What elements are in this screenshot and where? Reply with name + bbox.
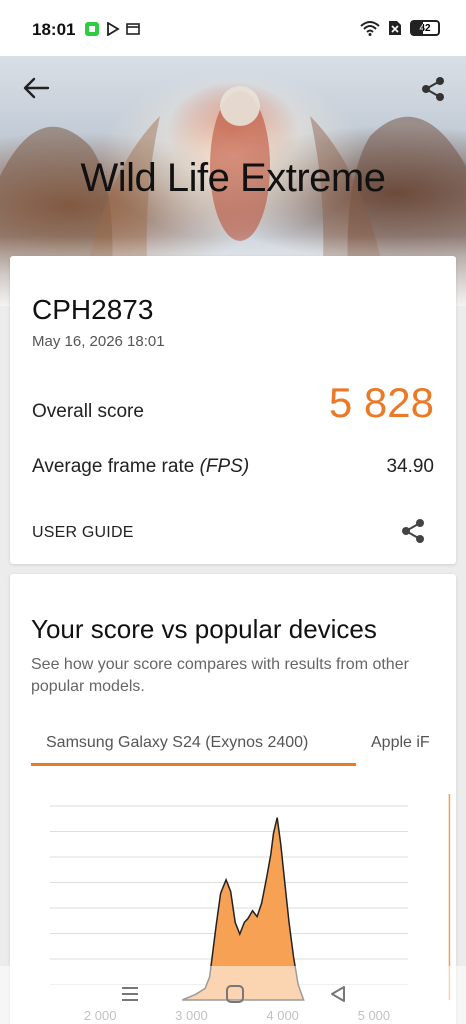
play-store-icon xyxy=(107,22,120,36)
wifi-icon xyxy=(360,21,380,36)
share-icon[interactable] xyxy=(400,518,426,544)
status-bar: 18:01 42 xyxy=(0,0,466,56)
overall-score-label: Overall score xyxy=(32,401,144,422)
navigation-bar xyxy=(0,966,466,1024)
fps-value: 34.90 xyxy=(386,456,434,477)
sim-x-icon xyxy=(389,21,401,35)
back-triangle-icon[interactable] xyxy=(328,984,348,1004)
fps-label: Average frame rate (FPS) xyxy=(32,456,249,478)
result-card: CPH2873 May 16, 2026 18:01 Overall score… xyxy=(10,256,456,564)
battery-icon: 42 xyxy=(410,20,440,36)
overall-score-value: 5 828 xyxy=(328,379,434,426)
comparison-title: Your score vs popular devices xyxy=(31,614,377,644)
tab-underline xyxy=(31,763,356,766)
device-name: CPH2873 xyxy=(32,294,154,325)
status-time: 18:01 xyxy=(32,20,76,39)
menu-icon[interactable] xyxy=(120,984,140,1004)
comparison-description: See how your score compares with results… xyxy=(31,656,409,695)
battery-level: 42 xyxy=(419,22,431,34)
fps-unit: (FPS) xyxy=(199,456,250,477)
status-right: 42 xyxy=(360,20,440,36)
comparison-card: Your score vs popular devices See how yo… xyxy=(10,574,456,1024)
window-icon xyxy=(126,23,140,35)
user-guide-link[interactable]: USER GUIDE xyxy=(32,524,134,542)
tab-samsung-galaxy-s24[interactable]: Samsung Galaxy S24 (Exynos 2400) xyxy=(46,734,308,752)
tab-apple[interactable]: Apple iF xyxy=(371,734,430,752)
hero-title: Wild Life Extreme xyxy=(80,156,386,200)
fps-label-text: Average frame rate xyxy=(32,456,195,477)
arrow-back-icon[interactable] xyxy=(22,76,50,100)
home-icon[interactable] xyxy=(225,984,245,1004)
app-notification-icon xyxy=(85,22,99,36)
share-icon[interactable] xyxy=(420,76,446,102)
result-date: May 16, 2026 18:01 xyxy=(32,333,165,350)
